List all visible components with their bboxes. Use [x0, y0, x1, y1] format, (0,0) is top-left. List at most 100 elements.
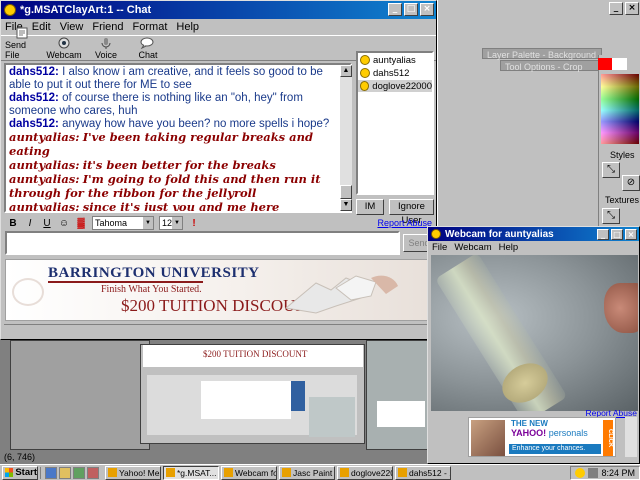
speaker-icon[interactable]	[588, 467, 599, 478]
close-button[interactable]: ×	[420, 3, 434, 16]
webcam-ad-left	[431, 417, 466, 457]
format-toolbar: B I U ☺ ▓ Tahoma ▼ 12 ▼ ! Report Abuse	[4, 215, 434, 231]
recursive-inner-ad	[201, 381, 291, 419]
taskbar-button-label: Yahoo! Mes...	[119, 467, 160, 478]
scroll-thumb[interactable]	[340, 185, 352, 199]
recursive-desktop-image: $200 TUITION DISCOUNT	[0, 340, 428, 450]
underline-button[interactable]: U	[41, 218, 53, 229]
taskbar-button[interactable]: doglove220...	[337, 465, 393, 480]
yahoo-personals-ad[interactable]: THE NEW YAHOO! personals Enhance your ch…	[468, 417, 616, 457]
recursive-blue	[291, 381, 305, 411]
voice-button[interactable]: Voice	[89, 37, 123, 60]
menu-view[interactable]: View	[60, 21, 84, 33]
chat-message-user: auntyalias:	[9, 130, 80, 144]
emoticon-icon[interactable]: ☺	[58, 218, 70, 229]
webcam-menu-webcam[interactable]: Webcam	[454, 242, 491, 253]
user-list-item[interactable]: auntyalias	[358, 54, 432, 66]
style-swap-icon[interactable]: ⤡	[602, 162, 620, 178]
chat-button[interactable]: Chat	[131, 37, 165, 60]
ignore-user-button[interactable]: Ignore User	[389, 199, 434, 226]
quick-launch	[40, 466, 103, 479]
style-no-fill-icon[interactable]: ⊘	[622, 175, 640, 191]
color-picker-palette[interactable]	[601, 74, 639, 144]
color-swatch-strip[interactable]	[598, 58, 640, 70]
menu-format[interactable]: Format	[133, 21, 168, 33]
im-button[interactable]: IM	[356, 199, 384, 215]
user-smiley-icon	[360, 81, 370, 91]
user-name: doglove22000	[372, 80, 432, 92]
webcam-button[interactable]: Webcam	[46, 37, 82, 60]
folder-icon[interactable]	[59, 466, 71, 479]
app-icon[interactable]	[87, 466, 99, 479]
taskbar-button-label: *g.MSAT...	[177, 467, 217, 478]
windows-logo-icon	[5, 468, 14, 477]
menu-friend[interactable]: Friend	[92, 21, 123, 33]
user-list-item[interactable]: dahs512	[358, 67, 432, 79]
message-input[interactable]	[5, 231, 400, 255]
layer-palette-panel[interactable]: Layer Palette - Background	[482, 48, 602, 60]
report-abuse-link[interactable]: Report Abuse	[377, 218, 432, 228]
webcam-titlebar: Webcam for auntyalias _ □ ×	[428, 227, 639, 241]
taskbar-button[interactable]: dahs512 - ...	[395, 465, 451, 480]
taskbar-button-label: Webcam fo...	[235, 467, 276, 478]
user-name: dahs512	[373, 67, 410, 79]
textures-label: Textures	[605, 195, 640, 205]
chat-message-user: dahs512:	[9, 118, 59, 130]
webcam-icon	[58, 37, 70, 49]
bold-button[interactable]: B	[7, 218, 19, 229]
webcam-maximize-button[interactable]: □	[611, 229, 623, 240]
webcam-close-button[interactable]: ×	[625, 229, 637, 240]
italic-button[interactable]: I	[24, 218, 36, 229]
paint-minimize-button[interactable]: _	[609, 2, 623, 15]
taskbar-button[interactable]: Webcam fo...	[221, 465, 277, 480]
text-color-icon[interactable]: ▓	[75, 218, 87, 229]
taskbar-button[interactable]: Jasc Paint S...	[279, 465, 335, 480]
maximize-button[interactable]: □	[404, 3, 418, 16]
taskbar-button[interactable]: Yahoo! Mes...	[105, 465, 161, 480]
user-smiley-icon	[360, 68, 370, 78]
clock: 8:24 PM	[601, 467, 635, 478]
texture-swap-icon[interactable]: ⤡	[602, 208, 620, 224]
tool-options-panel[interactable]: Tool Options - Crop	[500, 60, 610, 72]
chat-message: dahs512: I also know i am creative, and …	[9, 66, 347, 92]
ad-banner[interactable]: BARRINGTON UNIVERSITY Finish What You St…	[5, 259, 430, 321]
ad-click-label[interactable]: CLICK	[603, 420, 613, 456]
font-size-select[interactable]: 12 ▼	[159, 216, 183, 230]
voice-label: Voice	[94, 50, 118, 60]
user-smiley-icon	[360, 55, 370, 65]
chat-message: auntyalias: it's been better for the bre…	[9, 159, 347, 173]
chat-message-user: auntyalias:	[9, 172, 80, 186]
paint-close-button[interactable]: ×	[625, 2, 639, 15]
scroll-up-icon[interactable]: ▲	[340, 65, 352, 77]
webcam-scrollbar[interactable]	[625, 417, 637, 457]
chat-status-strip	[4, 324, 434, 338]
menu-help[interactable]: Help	[176, 21, 199, 33]
taskbar-button[interactable]: *g.MSAT...	[163, 465, 219, 480]
webcam-menu-help[interactable]: Help	[499, 242, 519, 253]
task-app-icon	[398, 468, 407, 477]
chat-message: auntyalias: I've been taking regular bre…	[9, 131, 347, 159]
university-seal-icon	[12, 278, 44, 306]
send-file-button[interactable]: Send File	[5, 27, 39, 60]
scroll-down-icon[interactable]: ▼	[340, 199, 352, 211]
chat-message-user: dahs512:	[9, 66, 59, 78]
webcam-menu-file[interactable]: File	[432, 242, 447, 253]
chat-title: *g.MSATClayArt:1 -- Chat	[20, 4, 152, 16]
webcam-minimize-button[interactable]: _	[597, 229, 609, 240]
yahoo-tray-icon[interactable]	[575, 467, 586, 478]
desktop-icon[interactable]	[73, 466, 85, 479]
recursive-ad-text: $200 TUITION DISCOUNT	[203, 349, 308, 359]
chat-log[interactable]: dahs512: I also know i am creative, and …	[4, 63, 352, 213]
taskbar-button-label: Jasc Paint S...	[293, 467, 334, 478]
user-list-item[interactable]: doglove22000	[358, 80, 432, 92]
chat-scrollbar[interactable]: ▲ ▼	[340, 65, 352, 211]
cursor-coordinates: (6, 746)	[4, 452, 36, 462]
ad-yahoo-brand: YAHOO! personals	[511, 428, 588, 438]
alert-icon[interactable]: !	[188, 218, 200, 229]
start-button[interactable]: Start	[2, 465, 38, 480]
send-file-label: Send File	[5, 40, 27, 60]
font-select[interactable]: Tahoma ▼	[92, 216, 154, 230]
minimize-button[interactable]: _	[388, 3, 402, 16]
ie-icon[interactable]	[45, 466, 57, 479]
recursive-yahoo-ad	[377, 401, 425, 427]
